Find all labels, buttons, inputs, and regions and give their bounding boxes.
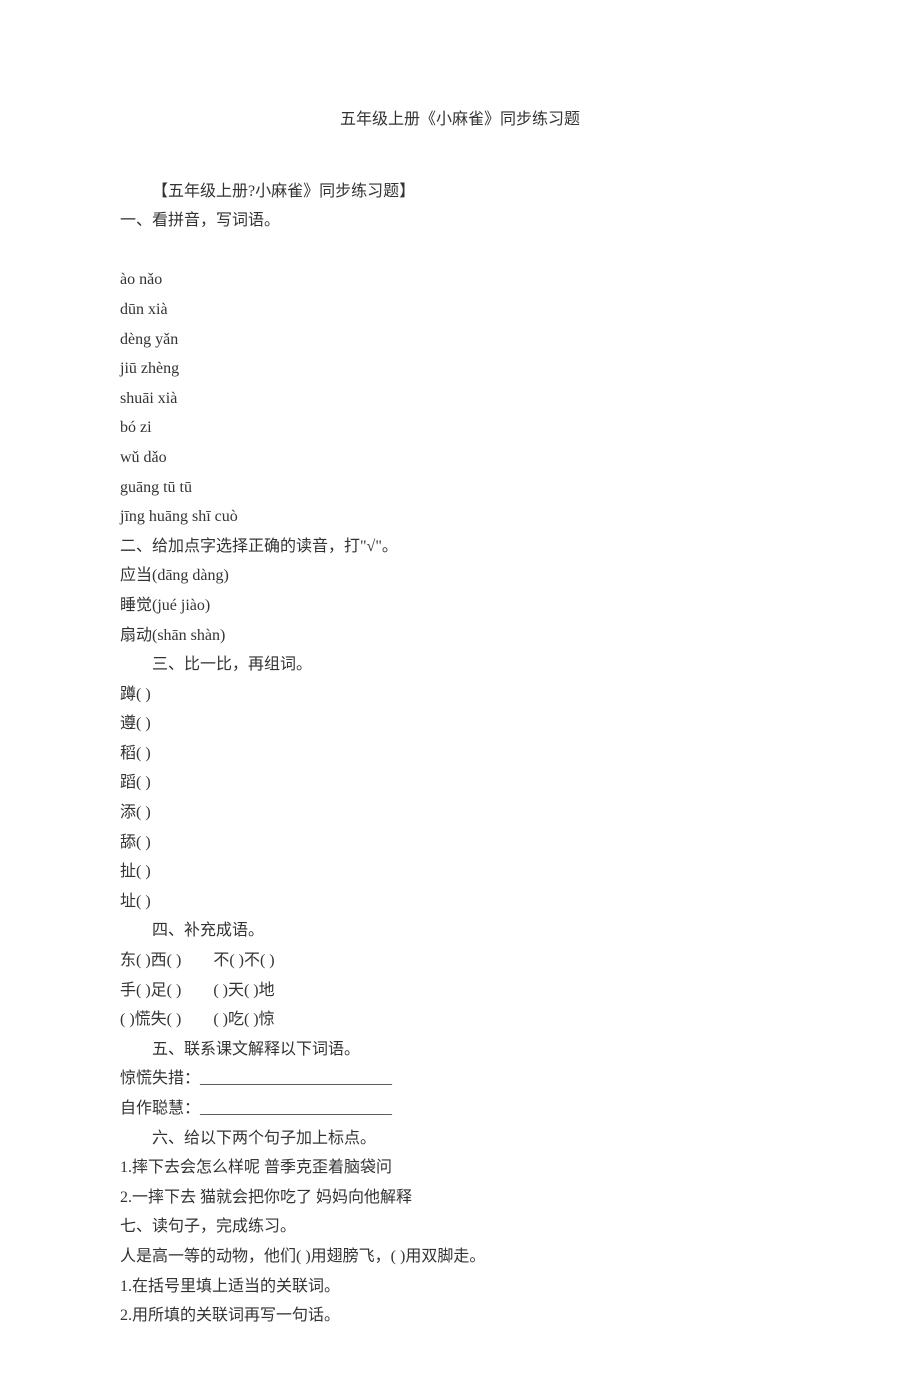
pinyin-item: dūn xià xyxy=(120,295,800,325)
pinyin-item: dèng yǎn xyxy=(120,325,800,355)
exercise-line: 1.在括号里填上适当的关联词。 xyxy=(120,1272,800,1302)
word-item: 扯( ) xyxy=(120,857,800,887)
word-item: 舔( ) xyxy=(120,828,800,858)
punct-line: 2.一摔下去 猫就会把你吃了 妈妈向他解释 xyxy=(120,1183,800,1213)
word-item: 蹈( ) xyxy=(120,768,800,798)
idiom-line: 东( )西( ) 不( )不( ) xyxy=(120,946,800,976)
idiom-line: ( )慌失( ) ( )吃( )惊 xyxy=(120,1005,800,1035)
document-page: 五年级上册《小麻雀》同步练习题 【五年级上册?小麻雀》同步练习题】 一、看拼音，… xyxy=(0,0,920,1391)
explain-line: 惊慌失措：________________________ xyxy=(120,1064,800,1094)
word-item: 稻( ) xyxy=(120,739,800,769)
choice-item: 扇动(shān shàn) xyxy=(120,621,800,651)
exercise-line: 人是高一等的动物，他们( )用翅膀飞，( )用双脚走。 xyxy=(120,1242,800,1272)
word-item: 遵( ) xyxy=(120,709,800,739)
punct-line: 1.摔下去会怎么样呢 普季克歪着脑袋问 xyxy=(120,1153,800,1183)
idiom-line: 手( )足( ) ( )天( )地 xyxy=(120,976,800,1006)
choice-item: 睡觉(jué jiào) xyxy=(120,591,800,621)
section1-heading: 一、看拼音，写词语。 xyxy=(120,206,800,236)
section5-heading: 五、联系课文解释以下词语。 xyxy=(120,1035,800,1065)
explain-line: 自作聪慧：________________________ xyxy=(120,1094,800,1124)
pinyin-item: jiū zhèng xyxy=(120,354,800,384)
pinyin-item: guāng tū tū xyxy=(120,473,800,503)
section4-heading: 四、补充成语。 xyxy=(120,916,800,946)
section7-heading: 七、读句子，完成练习。 xyxy=(120,1212,800,1242)
pinyin-item: bó zi xyxy=(120,413,800,443)
pinyin-item: ào nǎo xyxy=(120,265,800,295)
pinyin-item: shuāi xià xyxy=(120,384,800,414)
section3-heading: 三、比一比，再组词。 xyxy=(120,650,800,680)
intro-line: 【五年级上册?小麻雀》同步练习题】 xyxy=(120,177,800,207)
blank-line xyxy=(120,236,800,266)
word-item: 蹲( ) xyxy=(120,680,800,710)
pinyin-item: jīng huāng shī cuò xyxy=(120,502,800,532)
page-title: 五年级上册《小麻雀》同步练习题 xyxy=(120,105,800,135)
word-item: 添( ) xyxy=(120,798,800,828)
section2-heading: 二、给加点字选择正确的读音，打"√"。 xyxy=(120,532,800,562)
section6-heading: 六、给以下两个句子加上标点。 xyxy=(120,1124,800,1154)
word-item: 址( ) xyxy=(120,887,800,917)
pinyin-item: wǔ dǎo xyxy=(120,443,800,473)
exercise-line: 2.用所填的关联词再写一句话。 xyxy=(120,1301,800,1331)
choice-item: 应当(dāng dàng) xyxy=(120,561,800,591)
